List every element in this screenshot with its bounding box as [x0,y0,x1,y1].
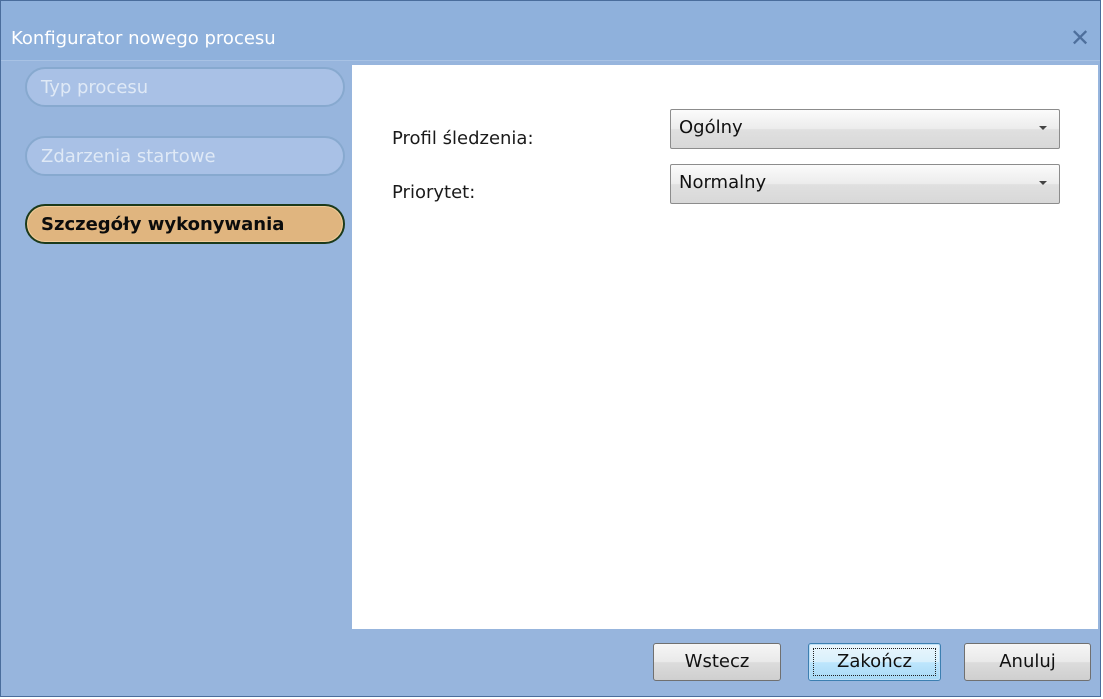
wizard-step-process-type[interactable]: Typ procesu [25,67,345,107]
back-button[interactable]: Wstecz [653,643,781,681]
priority-value: Normalny [679,172,767,193]
wizard-step-start-events[interactable]: Zdarzenia startowe [25,136,345,176]
tracking-profile-label: Profil śledzenia: [392,128,534,149]
wizard-step-label: Typ procesu [41,77,149,98]
chevron-down-icon [1039,126,1047,130]
chevron-down-icon [1039,181,1047,185]
wizard-step-execution-details[interactable]: Szczegóły wykonywania [25,204,345,244]
finish-button-label: Zakończ [837,651,912,672]
priority-dropdown[interactable]: Normalny [670,164,1060,204]
tracking-profile-dropdown[interactable]: Ogólny [670,109,1060,149]
step-content-panel: Profil śledzenia: Ogólny Priorytet: Norm… [352,65,1098,629]
finish-button[interactable]: Zakończ [808,643,941,681]
priority-label: Priorytet: [392,182,476,203]
dialog-title: Konfigurator nowego procesu [11,28,276,49]
cancel-button[interactable]: Anuluj [964,643,1091,681]
dialog-footer: Wstecz Zakończ Anuluj [1,635,1100,696]
title-bar: Konfigurator nowego procesu ✕ [1,1,1100,61]
wizard-steps-sidebar: Typ procesu Zdarzenia startowe Szczegóły… [1,61,351,635]
process-configurator-dialog: Konfigurator nowego procesu ✕ Typ proces… [0,0,1101,697]
close-icon[interactable]: ✕ [1066,25,1094,51]
tracking-profile-value: Ogólny [679,117,743,138]
wizard-step-label: Szczegóły wykonywania [41,214,285,235]
wizard-step-label: Zdarzenia startowe [41,146,216,167]
